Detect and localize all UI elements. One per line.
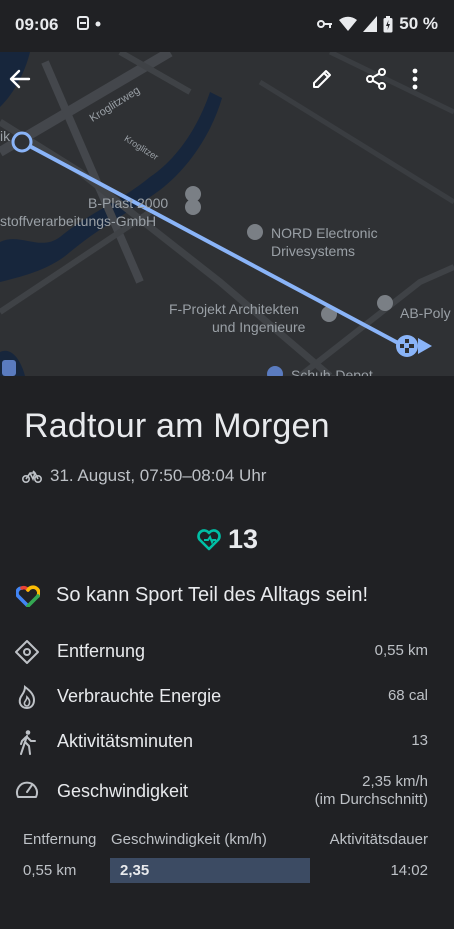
- battery-percent: 50 %: [399, 14, 438, 33]
- bike-icon: [22, 470, 42, 483]
- signal-icon: [363, 16, 378, 32]
- segments-col-distance: Entfernung: [23, 831, 97, 848]
- activity-title: Radtour am Morgen: [24, 407, 330, 445]
- map-label-fprojekt1: F-Projekt Architekten: [169, 301, 299, 317]
- battery-icon: [383, 15, 393, 32]
- back-button[interactable]: [9, 68, 45, 104]
- heart-points: 13: [0, 524, 454, 555]
- google-fit-icon: [16, 584, 40, 607]
- map-label-ik: ik: [0, 128, 11, 144]
- map-label-bplast: B-Plast 2000: [88, 195, 169, 211]
- pencil-icon: [313, 70, 331, 88]
- status-right-icons: 50 %: [317, 14, 438, 34]
- more-options-button[interactable]: [412, 68, 448, 104]
- metric-label: Geschwindigkeit: [57, 781, 189, 801]
- metric-value: 0,55 km: [374, 642, 428, 659]
- status-time: 09:06: [15, 15, 59, 34]
- metric-distance: Entfernung 0,55 km: [0, 633, 454, 669]
- segment-speed: 2,35: [120, 862, 150, 879]
- metric-value: 68 cal: [387, 687, 428, 704]
- status-bar: 09:06 50 %: [0, 0, 454, 52]
- status-left-icons: [76, 14, 104, 39]
- metric-label: Entfernung: [57, 641, 146, 661]
- heart-points-value: 13: [227, 524, 259, 554]
- vpn-key-icon: [317, 20, 333, 28]
- metric-label: Verbrauchte Energie: [57, 686, 222, 706]
- map-label-bplast2: stoffverarbeitungs-GmbH: [0, 213, 157, 229]
- walking-icon: [20, 730, 36, 755]
- segment-distance: 0,55 km: [23, 862, 77, 879]
- map-label-fprojekt2: und Ingenieure: [212, 319, 306, 335]
- share-button[interactable]: [365, 68, 401, 104]
- activity-details: Radtour am Morgen 31. August, 07:50–08:0…: [0, 376, 454, 929]
- map-label-nord2: Drivesystems: [271, 243, 356, 259]
- arrow-back-icon: [9, 69, 31, 89]
- location-diamond-icon: [15, 640, 39, 664]
- metric-speed: Geschwindigkeit 2,35 km/h (im Durchschni…: [0, 773, 454, 813]
- more-vert-icon: [412, 68, 418, 90]
- activity-date-row: 31. August, 07:50–08:04 Uhr: [22, 466, 266, 486]
- metric-energy: Verbrauchte Energie 68 cal: [0, 678, 454, 714]
- speed-sub: (im Durchschnitt): [314, 791, 428, 808]
- segments-col-duration: Aktivitätsdauer: [329, 831, 428, 848]
- speedometer-icon: [16, 781, 38, 798]
- metric-label: Aktivitätsminuten: [57, 731, 194, 751]
- map-label-schuh: Schuh-Depot: [291, 367, 373, 376]
- wifi-icon: [339, 16, 358, 31]
- speed-value: 2,35 km/h: [362, 773, 428, 790]
- tip-text: So kann Sport Teil des Alltags sein!: [56, 584, 369, 606]
- map-label-nord1: NORD Electronic: [271, 225, 378, 241]
- segment-speed-bar: 2,35: [110, 858, 310, 883]
- notification-icons: [77, 16, 101, 30]
- metric-value: 13: [411, 732, 428, 749]
- segment-row: 0,55 km 2,35 14:02: [0, 858, 454, 884]
- route-map[interactable]: ik Kroglitzweg Kroglitzer B-Plast 2000 s…: [0, 52, 454, 376]
- metric-value: 2,35 km/h (im Durchschnitt): [315, 773, 428, 809]
- activity-datetime: 31. August, 07:50–08:04 Uhr: [50, 466, 267, 485]
- map-label-abpoly: AB-Poly: [400, 305, 451, 321]
- tip-link[interactable]: So kann Sport Teil des Alltags sein!: [16, 584, 368, 607]
- metric-active-minutes: Aktivitätsminuten 13: [0, 723, 454, 759]
- flame-icon: [18, 685, 36, 710]
- edit-button[interactable]: [311, 68, 347, 104]
- share-icon: [366, 68, 386, 90]
- heart-points-icon: [197, 528, 221, 550]
- segments-col-speed: Geschwindigkeit (km/h): [111, 831, 267, 848]
- segment-duration: 14:02: [390, 862, 428, 879]
